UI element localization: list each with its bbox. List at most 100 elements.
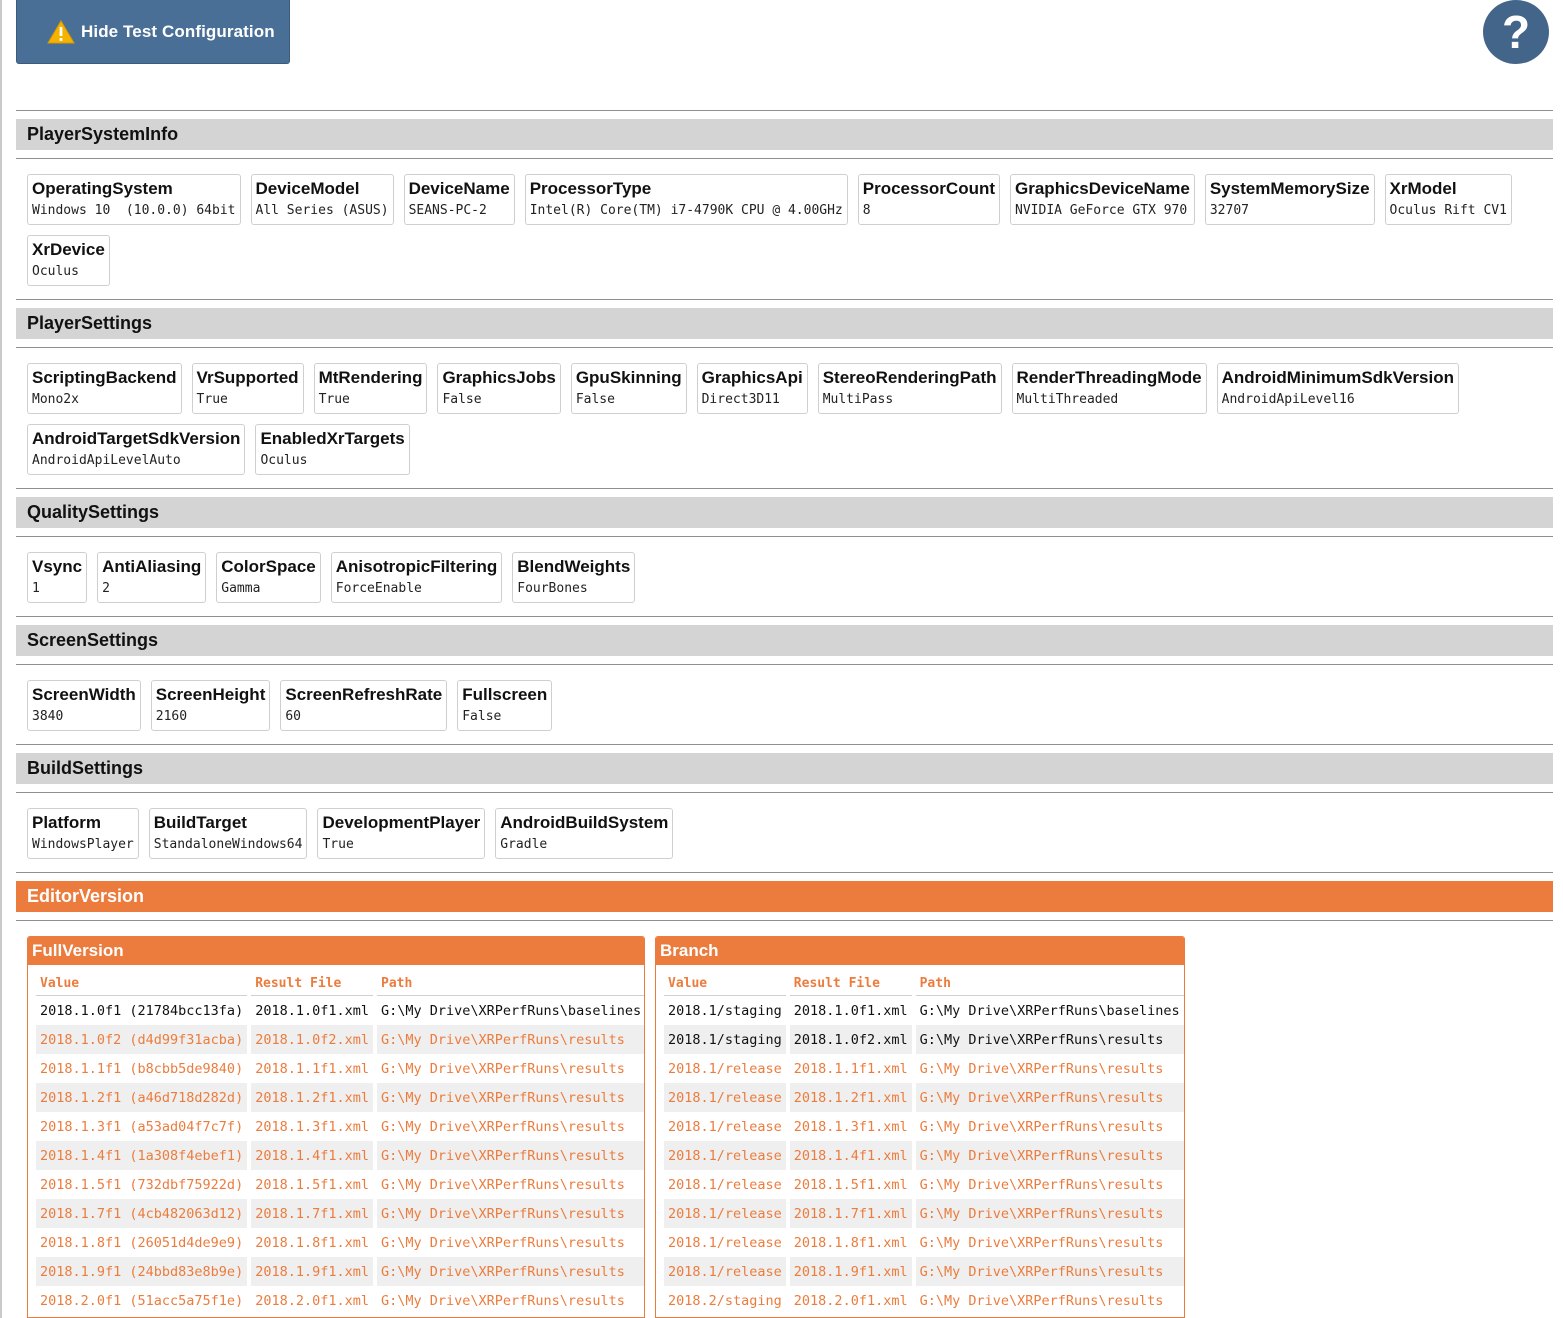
branch-panel: Branch Value Result File Path 2018.1/sta… bbox=[655, 936, 1185, 1318]
setting-key: GpuSkinning bbox=[575, 368, 682, 387]
setting-card: ScreenRefreshRate 60 bbox=[280, 680, 448, 731]
table-row[interactable]: 2018.2.0f1 (51acc5a75f1e) 2018.2.0f1.xml G… bbox=[36, 1286, 644, 1315]
table-row[interactable]: 2018.1.9f1 (24bbd83e8b9e) 2018.1.9f1.xml G… bbox=[36, 1257, 644, 1286]
setting-key: ColorSpace bbox=[221, 557, 316, 576]
cell-value: 2018.1/release bbox=[668, 1234, 782, 1251]
cell-value: 2018.1/release bbox=[664, 1199, 786, 1228]
hide-test-configuration-button[interactable]: Hide Test Configuration bbox=[16, 0, 290, 64]
cell-value: 2018.1/release bbox=[668, 1176, 782, 1193]
setting-value: SEANS-PC-2 bbox=[408, 203, 487, 218]
cell-path: G:\My Drive\XRPerfRuns\results bbox=[381, 1176, 625, 1193]
table-row[interactable]: 2018.1.5f1 (732dbf75922d) 2018.1.5f1.xml G… bbox=[36, 1170, 644, 1199]
table-row[interactable]: 2018.1/release 2018.1.2f1.xml G:\My Drive\… bbox=[664, 1083, 1184, 1112]
table-row[interactable]: 2018.1.0f1 (21784bcc13fa) 2018.1.0f1.xml G… bbox=[36, 996, 644, 1025]
section-title: PlayerSettings bbox=[16, 308, 1553, 339]
setting-card: ProcessorType Intel(R) Core(TM) i7-4790K … bbox=[524, 174, 848, 225]
setting-card: AndroidMinimumSdkVersion AndroidApiLevel1… bbox=[1216, 363, 1459, 414]
table-row[interactable]: 2018.1.7f1 (4cb482063d12) 2018.1.7f1.xml G… bbox=[36, 1199, 644, 1228]
table-row[interactable]: 2018.1.8f1 (26051d4de9e9) 2018.1.8f1.xml G… bbox=[36, 1228, 644, 1257]
setting-card: BlendWeights FourBones bbox=[512, 552, 636, 603]
cell-path: G:\My Drive\XRPerfRuns\results bbox=[377, 1199, 644, 1228]
full-version-panel: FullVersion Value Result File Path 2018.… bbox=[27, 936, 645, 1318]
setting-key: DeviceName bbox=[408, 179, 510, 198]
setting-value: 3840 bbox=[32, 709, 64, 724]
cell-path: G:\My Drive\XRPerfRuns\results bbox=[915, 1199, 1184, 1228]
cell-result-file: 2018.1.0f2.xml bbox=[251, 1025, 373, 1054]
cell-result-file: 2018.1.0f1.xml bbox=[255, 1002, 369, 1019]
cell-result-file: 2018.1.3f1.xml bbox=[793, 1118, 908, 1135]
setting-key: GraphicsApi bbox=[701, 368, 803, 387]
setting-card: GraphicsApi Direct3D11 bbox=[696, 363, 808, 414]
cell-result-file: 2018.1.1f1.xml bbox=[793, 1060, 908, 1077]
setting-key: ProcessorType bbox=[529, 179, 652, 198]
setting-key: VrSupported bbox=[196, 368, 299, 387]
cell-path: G:\My Drive\XRPerfRuns\results bbox=[915, 1257, 1184, 1286]
cell-path: G:\My Drive\XRPerfRuns\results bbox=[915, 1083, 1184, 1112]
cell-value: 2018.1/release bbox=[668, 1060, 782, 1077]
setting-key: MtRendering bbox=[318, 368, 423, 387]
setting-card: MtRendering True bbox=[313, 363, 428, 414]
setting-key: Platform bbox=[32, 813, 101, 832]
cell-result-file: 2018.1.5f1.xml bbox=[793, 1176, 908, 1193]
section-title: EditorVersion bbox=[16, 881, 1553, 912]
table-row[interactable]: 2018.1/release 2018.1.3f1.xml G:\My Drive\… bbox=[664, 1112, 1184, 1141]
section-title: ScreenSettings bbox=[16, 625, 1553, 656]
cell-path: G:\My Drive\XRPerfRuns\results bbox=[915, 1025, 1184, 1054]
setting-card: ScreenWidth 3840 bbox=[27, 680, 141, 731]
section-title: BuildSettings bbox=[16, 753, 1553, 784]
table-row[interactable]: 2018.1.3f1 (a53ad04f7c7f) 2018.1.3f1.xml G… bbox=[36, 1112, 644, 1141]
setting-key: DevelopmentPlayer bbox=[322, 813, 481, 832]
left-border bbox=[0, 0, 2, 1318]
cell-path: G:\My Drive\XRPerfRuns\results bbox=[381, 1118, 625, 1135]
cell-result-file: 2018.1.9f1.xml bbox=[789, 1257, 912, 1286]
setting-key: SystemMemorySize bbox=[1209, 179, 1370, 198]
setting-key: Vsync bbox=[32, 557, 83, 576]
setting-value: AndroidApiLevelAuto bbox=[32, 453, 181, 468]
section-player-system-info: PlayerSystemInfo bbox=[16, 110, 1553, 159]
table-row[interactable]: 2018.1/release 2018.1.9f1.xml G:\My Drive\… bbox=[664, 1257, 1184, 1286]
cell-value: 2018.1.0f1 (21784bcc13fa) bbox=[40, 1002, 244, 1019]
table-row[interactable]: 2018.1/release 2018.1.4f1.xml G:\My Drive\… bbox=[664, 1141, 1184, 1170]
table-row[interactable]: 2018.1/staging 2018.1.0f2.xml G:\My Drive\… bbox=[664, 1025, 1184, 1054]
table-row[interactable]: 2018.1/release 2018.1.7f1.xml G:\My Drive\… bbox=[664, 1199, 1184, 1228]
setting-card: DeviceModel All Series (ASUS) bbox=[250, 174, 394, 225]
help-button[interactable]: ? bbox=[1483, 0, 1549, 64]
table-row[interactable]: 2018.2/staging 2018.2.0f1.xml G:\My Drive\… bbox=[664, 1286, 1184, 1315]
cell-path: G:\My Drive\XRPerfRuns\results bbox=[919, 1292, 1164, 1309]
table-row[interactable]: 2018.1.4f1 (1a308f4ebef1) 2018.1.4f1.xml G… bbox=[36, 1141, 644, 1170]
cell-value: 2018.1/release bbox=[668, 1118, 782, 1135]
setting-key: OperatingSystem bbox=[32, 179, 173, 198]
setting-key: EnabledXrTargets bbox=[260, 429, 405, 448]
setting-card: GraphicsJobs False bbox=[437, 363, 561, 414]
setting-card: Vsync 1 bbox=[27, 552, 88, 603]
table-row[interactable]: 2018.1/release 2018.1.1f1.xml G:\My Drive\… bbox=[664, 1054, 1184, 1083]
setting-value: 2160 bbox=[155, 709, 188, 724]
setting-card: ColorSpace Gamma bbox=[216, 552, 321, 603]
table-row[interactable]: 2018.1/staging 2018.1.0f1.xml G:\My Drive\… bbox=[664, 996, 1184, 1025]
table-row[interactable]: 2018.1/release 2018.1.5f1.xml G:\My Drive\… bbox=[664, 1170, 1184, 1199]
section-title: PlayerSystemInfo bbox=[16, 119, 1553, 150]
cell-result-file: 2018.1.3f1.xml bbox=[255, 1118, 369, 1135]
cell-value: 2018.1/release bbox=[664, 1141, 786, 1170]
setting-value: 2 bbox=[102, 581, 110, 596]
table-row[interactable]: 2018.1/release 2018.1.8f1.xml G:\My Drive\… bbox=[664, 1228, 1184, 1257]
build-settings-cards: Platform WindowsPlayer BuildTarget Standalo… bbox=[27, 808, 1547, 859]
cell-result-file: 2018.1.5f1.xml bbox=[255, 1176, 369, 1193]
table-row[interactable]: 2018.1.0f2 (d4d99f31acba) 2018.1.0f2.xml G… bbox=[36, 1025, 644, 1054]
table-row[interactable]: 2018.1.1f1 (b8cbb5de9840) 2018.1.1f1.xml G… bbox=[36, 1054, 644, 1083]
setting-key: XrDevice bbox=[32, 240, 105, 259]
cell-result-file: 2018.1.1f1.xml bbox=[255, 1060, 369, 1077]
setting-card: SystemMemorySize 32707 bbox=[1204, 174, 1375, 225]
table-row[interactable]: 2018.1.2f1 (a46d718d282d) 2018.1.2f1.xml G… bbox=[36, 1083, 644, 1112]
column-header-value: Value bbox=[664, 969, 786, 996]
setting-value: Direct3D11 bbox=[701, 392, 780, 407]
setting-value: Gamma bbox=[221, 581, 261, 596]
section-screen-settings: ScreenSettings bbox=[16, 616, 1553, 665]
setting-card: ProcessorCount 8 bbox=[857, 174, 1001, 225]
cell-value: 2018.1/release bbox=[664, 1257, 786, 1286]
column-header-path: Path bbox=[915, 969, 1184, 996]
setting-value: False bbox=[462, 709, 502, 724]
cell-path: G:\My Drive\XRPerfRuns\results bbox=[381, 1234, 625, 1251]
setting-value: ForceEnable bbox=[335, 581, 422, 596]
cell-value: 2018.1.4f1 (1a308f4ebef1) bbox=[36, 1141, 248, 1170]
